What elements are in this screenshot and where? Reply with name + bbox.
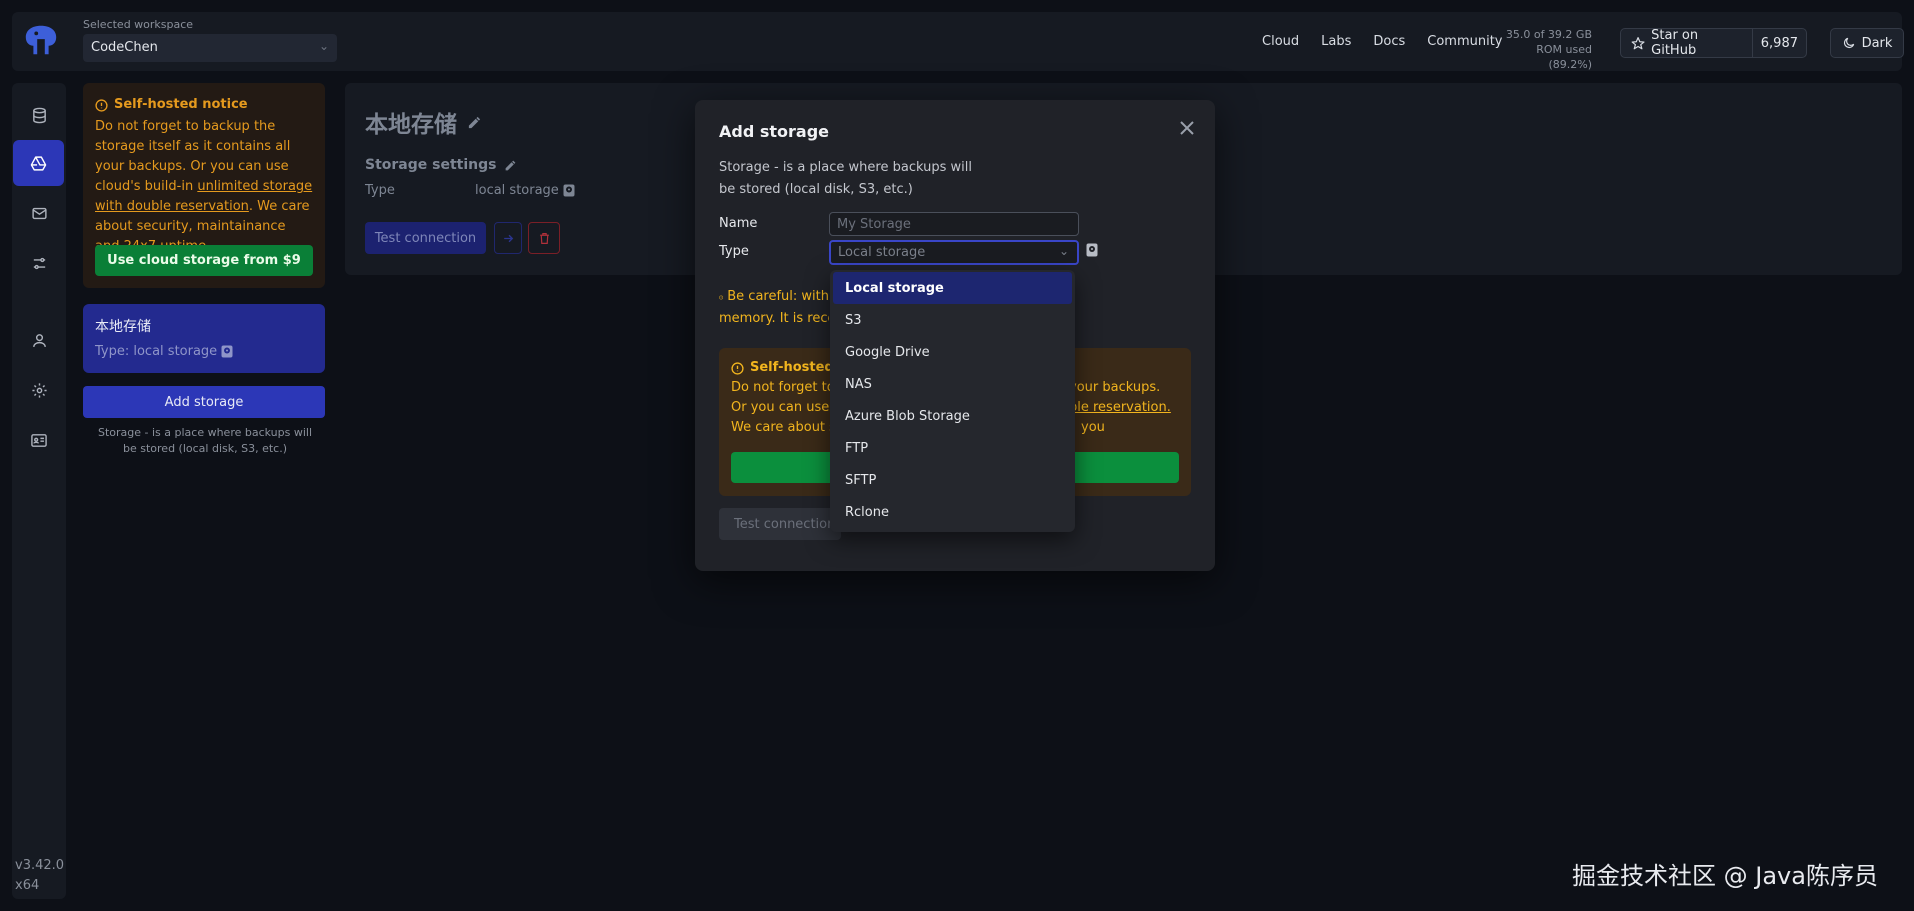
modal-description: Storage - is a place where backups will … <box>719 160 972 197</box>
notice-link[interactable]: ble reservation. <box>1069 398 1171 418</box>
option-sftp[interactable]: SFTP <box>833 464 1072 496</box>
nav-link-cloud[interactable]: Cloud <box>1262 34 1299 49</box>
top-bar: Selected workspace CodeChen ⌄ Cloud Labs… <box>12 12 1904 72</box>
storage-type-select[interactable]: Local storage ⌄ <box>829 240 1079 265</box>
github-star-label: Star on GitHub <box>1651 28 1699 58</box>
option-ftp[interactable]: FTP <box>833 432 1072 464</box>
theme-toggle-button[interactable]: Dark <box>1830 28 1904 58</box>
arrow-right-icon <box>503 234 513 242</box>
add-storage-button[interactable]: Add storage <box>83 386 325 418</box>
star-icon <box>1631 36 1645 49</box>
storage-type-row: Type: local storage <box>95 344 313 359</box>
option-local-storage[interactable]: Local storage <box>833 272 1072 304</box>
user-icon <box>32 333 46 347</box>
option-rclone[interactable]: Rclone <box>833 496 1072 528</box>
hard-drive-icon <box>221 345 233 358</box>
pencil-icon[interactable] <box>504 159 517 172</box>
notice-title: Self-hosted <box>750 360 834 375</box>
trash-icon <box>539 232 549 244</box>
rail-item-storages[interactable] <box>13 140 64 186</box>
type-label: Type <box>365 183 395 198</box>
watermark: 掘金技术社区 @ Java陈序员 <box>1572 862 1878 890</box>
delete-storage-button[interactable] <box>528 222 560 254</box>
type-label: Type <box>719 244 749 259</box>
rail-item-members[interactable] <box>12 417 66 463</box>
test-connection-button[interactable]: Test connection <box>365 222 486 254</box>
nav-link-docs[interactable]: Docs <box>1373 34 1405 49</box>
version-number: v3.42.0 <box>15 858 65 873</box>
storage-settings-label: Storage settings <box>365 157 497 173</box>
rail-item-databases[interactable] <box>12 92 66 138</box>
storage-icon <box>30 155 47 171</box>
workspace-select[interactable]: CodeChen ⌄ <box>83 34 337 62</box>
side-rail <box>12 83 66 899</box>
hard-drive-icon <box>1086 243 1098 257</box>
warning-text: Be careful: with memory. It is recor <box>719 286 829 330</box>
rom-usage-percent: ROM used (89.2%) <box>1536 43 1592 71</box>
database-icon <box>32 107 46 123</box>
storage-type-row: Type local storage <box>365 183 575 198</box>
info-icon <box>95 98 108 112</box>
rom-usage-amount: 35.0 of 39.2 GB <box>1505 28 1592 41</box>
rail-item-settings[interactable] <box>12 367 66 413</box>
id-card-icon <box>31 433 47 447</box>
logo-icon[interactable] <box>22 22 60 60</box>
test-connection-button[interactable]: Test connection <box>719 508 841 540</box>
storage-type-dropdown: Local storage S3 Google Drive NAS Azure … <box>830 270 1075 532</box>
github-star-count: 6,987 <box>1760 35 1798 51</box>
chevron-down-icon: ⌄ <box>1058 244 1069 258</box>
self-hosted-notice: Self-hosted notice Do not forget to back… <box>83 83 325 288</box>
option-google-drive[interactable]: Google Drive <box>833 336 1072 368</box>
rom-usage: 35.0 of 39.2 GB ROM used (89.2%) <box>1502 27 1592 72</box>
notice-title: Self-hosted notice <box>114 97 248 112</box>
option-azure-blob-storage[interactable]: Azure Blob Storage <box>833 400 1072 432</box>
hard-drive-icon <box>563 184 575 197</box>
page-title: 本地存储 <box>365 112 457 138</box>
moon-icon <box>1843 37 1854 48</box>
storage-name: 本地存储 <box>95 319 151 335</box>
notice-body: Do not forget to backup the storage itse… <box>95 117 313 257</box>
type-select-value: Local storage <box>838 245 926 260</box>
type-value: local storage <box>475 183 559 198</box>
app-version: v3.42.0 x64 <box>15 856 64 896</box>
nav-link-labs[interactable]: Labs <box>1321 34 1351 49</box>
warning-icon <box>719 295 724 299</box>
storage-list-item[interactable]: 本地存储 Type: local storage <box>83 304 325 373</box>
storage-name-input[interactable] <box>829 212 1079 236</box>
workspace-label: Selected workspace <box>83 18 194 31</box>
mail-icon <box>31 207 47 219</box>
use-cloud-storage-button[interactable]: Use cloud storage from $9 <box>95 245 313 276</box>
option-nas[interactable]: NAS <box>833 368 1072 400</box>
workspace-value: CodeChen <box>91 40 158 55</box>
notice-line-3-end: you <box>1081 420 1105 435</box>
theme-label: Dark <box>1861 35 1893 51</box>
chevron-down-icon: ⌄ <box>318 39 329 53</box>
notice-line-1-end: your backups. <box>1069 380 1161 395</box>
warning-line-1: Be careful: with <box>727 289 829 304</box>
close-icon[interactable] <box>1177 118 1197 138</box>
settings-icon <box>31 382 47 398</box>
rail-item-settings-sliders[interactable] <box>12 240 66 286</box>
pencil-icon[interactable] <box>467 115 482 130</box>
move-storage-button[interactable] <box>494 222 522 254</box>
option-s3[interactable]: S3 <box>833 304 1072 336</box>
info-icon <box>731 361 744 375</box>
nav-link-community[interactable]: Community <box>1427 34 1502 49</box>
storage-type: Type: local storage <box>95 344 218 359</box>
sliders-icon <box>33 257 45 269</box>
storage-description: Storage - is a place where backups will … <box>97 426 313 455</box>
github-star-button[interactable]: Star on GitHub 6,987 <box>1620 28 1807 58</box>
version-arch: x64 <box>15 878 40 893</box>
warning-line-2: memory. It is recor <box>719 311 829 326</box>
rail-item-notifiers[interactable] <box>12 190 66 236</box>
name-label: Name <box>719 216 758 231</box>
top-nav: Cloud Labs Docs Community <box>1262 34 1503 49</box>
rail-item-profile[interactable] <box>12 317 66 363</box>
modal-title: Add storage <box>719 122 830 141</box>
